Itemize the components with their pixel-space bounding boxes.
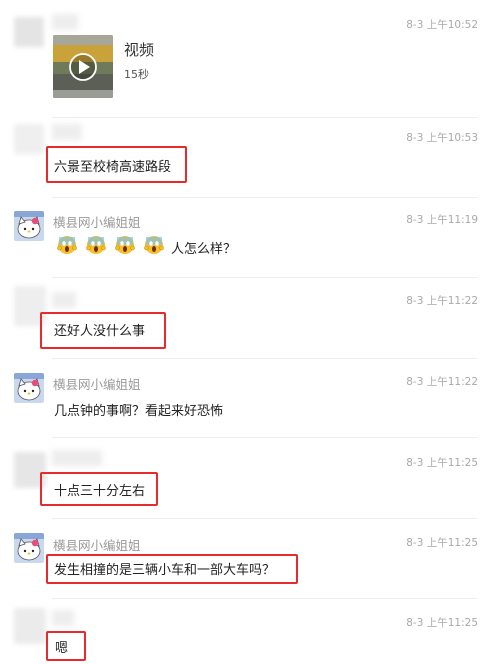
hello-kitty-icon (14, 533, 44, 563)
blurred-name (52, 292, 76, 308)
hello-kitty-icon (14, 373, 44, 403)
divider (52, 358, 477, 359)
message-text: 嗯 (55, 641, 69, 656)
hello-kitty-avatar[interactable] (14, 211, 44, 241)
divider (52, 197, 477, 198)
blurred-name (52, 610, 74, 626)
hello-kitty-avatar[interactable] (14, 373, 44, 403)
message-time: 8-3 上午10:53 (406, 132, 478, 144)
video-thumbnail[interactable] (53, 35, 113, 98)
play-icon[interactable] (68, 52, 98, 82)
scream-emoji-icon (144, 236, 164, 254)
message-time: 8-3 上午11:22 (406, 295, 478, 307)
hello-kitty-icon (14, 211, 44, 241)
message-time: 8-3 上午11:25 (406, 537, 478, 549)
hello-kitty-avatar[interactable] (14, 533, 44, 563)
avatar[interactable] (14, 17, 44, 47)
video-label: 视频 (124, 41, 155, 59)
sender-name: 横县网小编姐姐 (53, 538, 141, 553)
divider (52, 518, 477, 519)
message-text: 六景至校椅高速路段 (54, 160, 172, 175)
avatar[interactable] (14, 124, 44, 154)
divider (52, 437, 477, 438)
message-text: 还好人没什么事 (54, 324, 146, 339)
message-time: 8-3 上午10:52 (406, 19, 478, 31)
blurred-name (52, 450, 102, 466)
message-text: 人怎么样？ (171, 242, 237, 257)
divider (52, 277, 477, 278)
blurred-name (52, 14, 78, 30)
sender-name: 横县网小编姐姐 (53, 215, 141, 230)
message-text: 发生相撞的是三辆小车和一部大车吗？ (54, 563, 276, 578)
message-time: 8-3 上午11:25 (406, 457, 478, 469)
message-text: 几点钟的事啊？看起来好恐怖 (54, 404, 224, 419)
message-text: 十点三十分左右 (54, 484, 146, 499)
message-time: 8-3 上午11:22 (406, 376, 478, 388)
divider (52, 598, 477, 599)
message-time: 8-3 上午11:19 (406, 214, 478, 226)
scream-emoji-icon (86, 236, 106, 254)
sender-name: 横县网小编姐姐 (53, 377, 141, 392)
blurred-name (52, 124, 82, 140)
avatar[interactable] (14, 608, 46, 644)
video-duration: 15秒 (124, 68, 149, 81)
scream-emoji-icon (115, 236, 135, 254)
scream-emoji-icon (57, 236, 77, 254)
message-time: 8-3 上午11:25 (406, 617, 478, 629)
divider (52, 117, 477, 118)
